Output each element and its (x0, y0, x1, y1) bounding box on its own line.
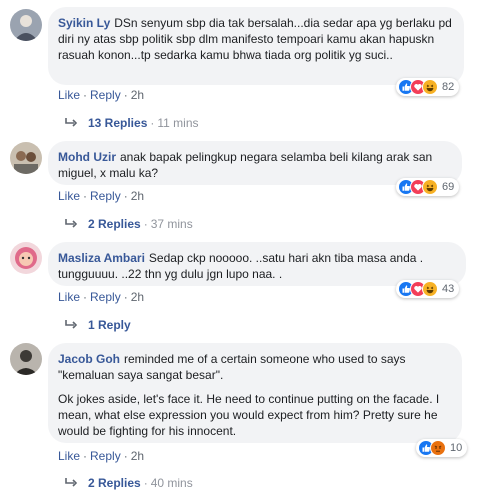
like-link[interactable]: Like (58, 290, 80, 304)
timestamp[interactable]: 2h (131, 88, 144, 102)
haha-icon (422, 179, 438, 195)
separator: · (123, 189, 128, 203)
reaction-count: 69 (442, 181, 455, 193)
view-replies[interactable]: 2 Replies · 37 mins (64, 217, 193, 231)
haha-icon (422, 281, 438, 297)
view-replies[interactable]: 2 Replies · 40 mins (64, 476, 193, 490)
avatar[interactable] (10, 242, 42, 274)
like-link[interactable]: Like (58, 88, 80, 102)
separator: · (83, 449, 88, 463)
comment-text: DSn senyum sbp dia tak bersalah...dia se… (58, 16, 456, 62)
reaction-count: 82 (442, 81, 455, 93)
reply-link[interactable]: Reply (90, 88, 121, 102)
replies-time: 37 mins (150, 217, 193, 231)
reply-arrow-icon (65, 219, 78, 228)
reaction-count: 43 (442, 283, 455, 295)
view-replies[interactable]: 1 Reply (64, 318, 131, 332)
replies-count[interactable]: 2 Replies (88, 217, 141, 231)
author-name[interactable]: Masliza Ambari (58, 251, 145, 265)
separator: · (83, 189, 88, 203)
separator: · (143, 476, 148, 490)
reply-link[interactable]: Reply (90, 290, 121, 304)
replies-time: 40 mins (150, 476, 193, 490)
replies-time: 11 mins (157, 116, 199, 130)
angry-icon (430, 440, 446, 456)
separator: · (123, 449, 128, 463)
view-replies[interactable]: 13 Replies · 11 mins (64, 116, 199, 130)
reply-arrow-icon (65, 118, 78, 127)
separator: · (143, 217, 148, 231)
replies-count[interactable]: 2 Replies (88, 476, 141, 490)
author-name[interactable]: Jacob Goh (58, 352, 120, 366)
reply-link[interactable]: Reply (90, 449, 121, 463)
timestamp[interactable]: 2h (131, 290, 144, 304)
separator: · (123, 88, 128, 102)
comment-bubble: Jacob Goh reminded me of a certain someon… (48, 343, 462, 443)
reaction-summary[interactable]: 43 (396, 280, 460, 298)
author-name[interactable]: Syikin Ly (58, 16, 110, 30)
avatar[interactable] (10, 9, 42, 41)
reply-link[interactable]: Reply (90, 189, 121, 203)
timestamp[interactable]: 2h (131, 449, 144, 463)
separator: · (123, 290, 128, 304)
timestamp[interactable]: 2h (131, 189, 144, 203)
like-link[interactable]: Like (58, 449, 80, 463)
reaction-count: 10 (450, 442, 463, 454)
replies-count[interactable]: 13 Replies (88, 116, 147, 130)
author-name[interactable]: Mohd Uzir (58, 150, 116, 164)
comment-bubble: Syikin Ly DSn senyum sbp dia tak bersalah… (48, 7, 464, 85)
comment-actions: Like · Reply · 2h (58, 449, 144, 463)
comment-text-paragraph-2: Ok jokes aside, let's face it. He need t… (58, 392, 443, 438)
avatar[interactable] (10, 343, 42, 375)
separator: · (83, 290, 88, 304)
comment-actions: Like · Reply · 2h (58, 189, 144, 203)
reply-arrow-icon (65, 478, 78, 487)
comment-actions: Like · Reply · 2h (58, 290, 144, 304)
haha-icon (422, 79, 438, 95)
avatar[interactable] (10, 142, 42, 174)
reaction-summary[interactable]: 10 (416, 439, 468, 457)
separator: · (83, 88, 88, 102)
reaction-summary[interactable]: 69 (396, 178, 460, 196)
reaction-summary[interactable]: 82 (396, 78, 460, 96)
comment-actions: Like · Reply · 2h (58, 88, 144, 102)
separator: · (150, 116, 155, 130)
like-link[interactable]: Like (58, 189, 80, 203)
replies-count[interactable]: 1 Reply (88, 318, 131, 332)
reply-arrow-icon (65, 320, 78, 329)
